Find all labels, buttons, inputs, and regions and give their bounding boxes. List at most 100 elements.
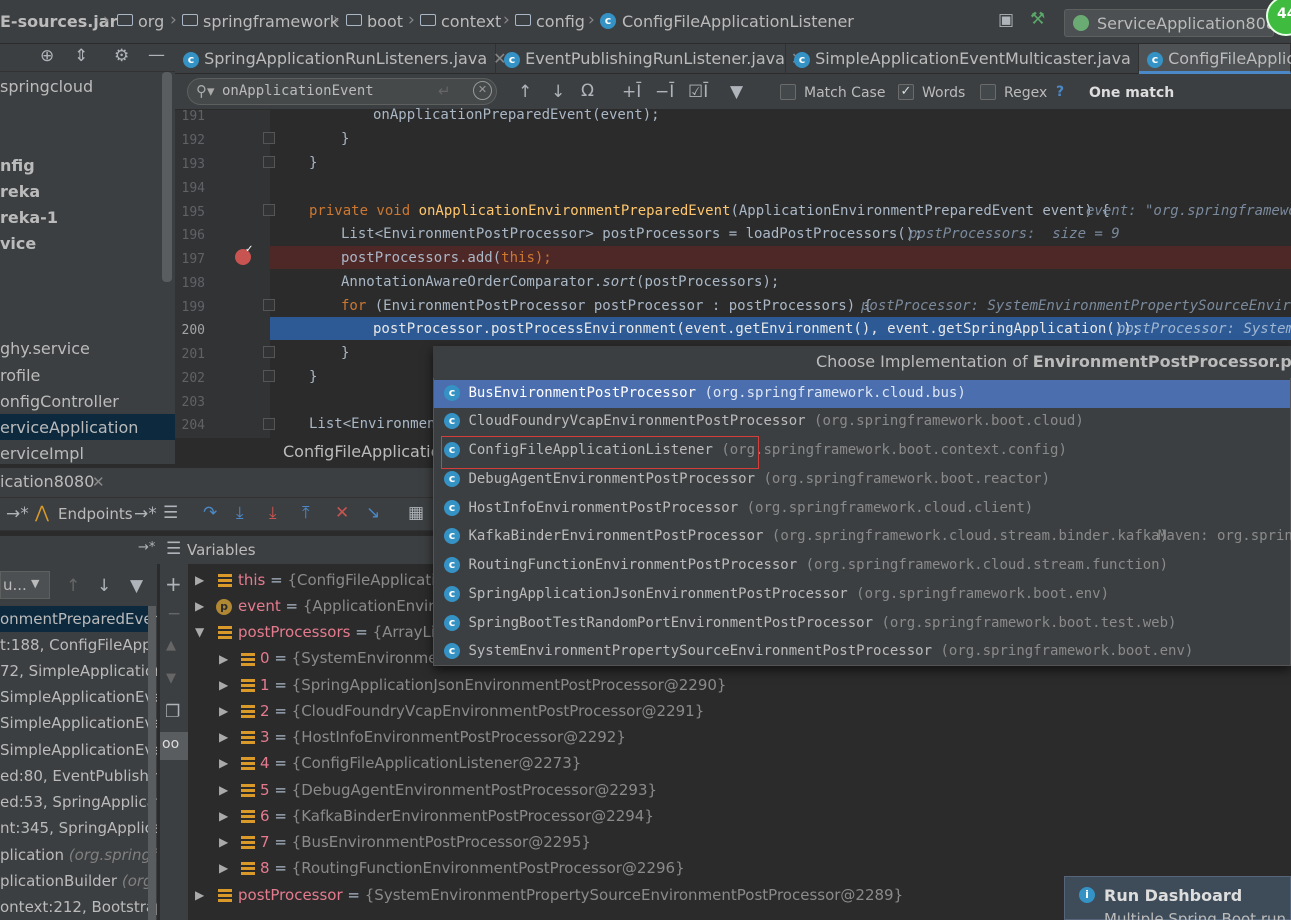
- variable-post-processor[interactable]: postProcessor = {SystemEnvironmentProper…: [238, 886, 903, 904]
- previous-occurrence-icon[interactable]: ↑: [518, 82, 532, 102]
- expand-icon[interactable]: ▶: [219, 704, 228, 718]
- variable-element[interactable]: 7 = {BusEnvironmentPostProcessor@2295}: [260, 833, 591, 851]
- project-tree-item[interactable]: springcloud: [0, 77, 93, 96]
- step-out-icon[interactable]: ⤒: [302, 503, 310, 523]
- endpoints-icon[interactable]: ⋀: [35, 503, 49, 523]
- find-all-icon[interactable]: Ω: [581, 81, 594, 101]
- frame-item[interactable]: t:188, ConfigFileApplic: [0, 632, 157, 658]
- project-tree-item[interactable]: nfig: [0, 156, 35, 175]
- remove-watch-icon[interactable]: −: [167, 604, 181, 624]
- frame-item[interactable]: ed:80, EventPublishin: [0, 763, 157, 789]
- implementation-item[interactable]: c CloudFoundryVcapEnvironmentPostProcess…: [434, 408, 1290, 436]
- notification-title[interactable]: Run Dashboard: [1104, 886, 1242, 905]
- arrow-down-icon[interactable]: ↓: [97, 576, 111, 596]
- pin-tab-icon[interactable]: →*: [134, 504, 157, 524]
- collapse-all-icon[interactable]: ⇕: [74, 46, 88, 66]
- pin-tab-icon[interactable]: →*: [6, 504, 29, 524]
- expand-icon[interactable]: ▶: [195, 599, 204, 613]
- add-occurrence-icon[interactable]: +Ī: [622, 82, 641, 102]
- copy-icon[interactable]: ❐: [165, 702, 180, 722]
- variable-post-processors[interactable]: postProcessors = {ArrayLis: [238, 623, 443, 641]
- words-label[interactable]: Words: [922, 85, 965, 101]
- tab-simple-application-event-multicaster[interactable]: c SimpleApplicationEventMulticaster.java…: [786, 44, 1150, 74]
- fold-marker-icon[interactable]: [263, 132, 275, 144]
- project-tree-item[interactable]: rofile: [0, 366, 40, 385]
- implementation-item[interactable]: c BusEnvironmentPostProcessor (org.sprin…: [434, 380, 1290, 408]
- run-dashboard-notification[interactable]: i Run Dashboard Multiple Spring Boot run: [1064, 876, 1291, 920]
- fold-marker-icon[interactable]: [263, 156, 275, 168]
- frame-item[interactable]: plication (org.springfra: [0, 842, 157, 868]
- menu-icon[interactable]: ☰: [163, 503, 178, 523]
- search-input[interactable]: onApplicationEvent: [222, 83, 374, 99]
- frame-item[interactable]: ed:53, SpringApplicat: [0, 789, 157, 815]
- project-tree-item[interactable]: onfigController: [0, 392, 119, 411]
- implementation-item[interactable]: c SystemEnvironmentPropertySourceEnviron…: [434, 638, 1290, 666]
- project-tree-item[interactable]: erviceImpl: [0, 444, 84, 463]
- frame-item[interactable]: ontext:212, BootstrapA: [0, 894, 157, 920]
- move-up-icon[interactable]: ▲: [166, 638, 176, 653]
- words-checkbox[interactable]: ✓: [898, 84, 914, 100]
- breadcrumb-jar[interactable]: E-sources.jar: [0, 12, 117, 31]
- step-into-icon[interactable]: ⤓: [236, 503, 244, 523]
- breadcrumb-context[interactable]: context: [441, 12, 501, 31]
- tab-spring-application-run-listeners[interactable]: c SpringApplicationRunListeners.java ✕: [175, 44, 507, 74]
- frame-item[interactable]: SimpleApplicationEve: [0, 710, 157, 736]
- thread-selector[interactable]: u... ▼: [0, 571, 50, 599]
- move-down-icon[interactable]: ▼: [166, 671, 176, 686]
- editor-breadcrumb[interactable]: ConfigFileApplication: [175, 438, 475, 464]
- expand-icon[interactable]: ▶: [195, 573, 204, 587]
- close-icon[interactable]: ✕: [92, 473, 105, 491]
- frames-scrollbar[interactable]: [148, 606, 156, 920]
- frame-item[interactable]: onmentPreparedEven: [0, 606, 157, 632]
- drop-frame-icon[interactable]: ✕: [335, 503, 349, 523]
- arrow-up-icon[interactable]: ↑: [66, 576, 80, 596]
- regex-checkbox[interactable]: [980, 84, 996, 100]
- expand-icon[interactable]: ▶: [219, 678, 228, 692]
- fold-marker-icon[interactable]: [263, 204, 275, 216]
- regex-help-icon[interactable]: ?: [1056, 84, 1064, 100]
- project-tree-item-selected[interactable]: erviceApplication: [0, 418, 138, 437]
- variable-element[interactable]: 8 = {RoutingFunctionEnvironmentPostProce…: [260, 859, 685, 877]
- project-structure-icon[interactable]: ▣: [998, 10, 1014, 30]
- debug-session-tab[interactable]: ication8080: [0, 472, 94, 491]
- match-case-checkbox[interactable]: [780, 84, 796, 100]
- breadcrumb-config[interactable]: config: [536, 12, 585, 31]
- expand-icon[interactable]: ▶: [195, 888, 204, 902]
- select-all-occurrences-icon[interactable]: ☑Ī: [688, 82, 708, 102]
- step-over-icon[interactable]: ↷: [203, 503, 217, 523]
- expand-icon[interactable]: ▶: [219, 809, 228, 823]
- evaluate-expression-icon[interactable]: ▦: [408, 503, 424, 523]
- run-configuration-selector[interactable]: ServiceApplication8080: [1064, 9, 1286, 37]
- project-tree-item[interactable]: vice: [0, 234, 36, 253]
- implementation-item[interactable]: c SpringBootTestRandomPortEnvironmentPos…: [434, 610, 1290, 638]
- match-case-label[interactable]: Match Case: [804, 85, 885, 101]
- editor-breadcrumb-label[interactable]: ConfigFileApplication: [283, 442, 451, 461]
- variable-element[interactable]: 3 = {HostInfoEnvironmentPostProcessor@22…: [260, 728, 626, 746]
- endpoints-tab[interactable]: Endpoints: [58, 505, 133, 523]
- search-field[interactable]: ⚲▾ onApplicationEvent ↵ ✕: [187, 78, 497, 105]
- breadcrumb-springframework[interactable]: springframework: [203, 12, 339, 31]
- remove-occurrence-icon[interactable]: −Ī: [655, 82, 674, 102]
- expand-icon[interactable]: ▶: [219, 652, 228, 666]
- fold-marker-icon[interactable]: [263, 299, 275, 311]
- search-icon[interactable]: ⚲▾: [196, 82, 215, 100]
- filter-icon[interactable]: ▼: [130, 576, 143, 596]
- force-step-into-icon[interactable]: ⤓: [269, 503, 277, 523]
- variable-element[interactable]: 5 = {DebugAgentEnvironmentPostProcessor@…: [260, 781, 657, 799]
- project-tree-item[interactable]: reka: [0, 182, 40, 201]
- project-tree-item[interactable]: reka-1: [0, 208, 58, 227]
- next-occurrence-icon[interactable]: ↓: [551, 82, 565, 102]
- add-watch-icon[interactable]: +: [165, 572, 182, 596]
- collapse-icon[interactable]: ▼: [195, 625, 204, 639]
- expand-icon[interactable]: ▶: [219, 835, 228, 849]
- variable-this[interactable]: this = {ConfigFileApplicati: [238, 571, 435, 589]
- implementation-item[interactable]: c SpringApplicationJsonEnvironmentPostPr…: [434, 581, 1290, 609]
- pin-tab-icon[interactable]: →*: [138, 540, 155, 555]
- frame-item[interactable]: plicationBuilder (org.sp: [0, 868, 157, 894]
- expand-icon[interactable]: ▶: [219, 756, 228, 770]
- fold-marker-icon[interactable]: [263, 346, 275, 358]
- project-scrollbar[interactable]: [162, 72, 172, 282]
- project-tree-item[interactable]: ghy.service: [0, 339, 90, 358]
- run-to-cursor-icon[interactable]: ↘: [366, 503, 380, 523]
- variable-element[interactable]: 1 = {SpringApplicationJsonEnvironmentPos…: [260, 676, 726, 694]
